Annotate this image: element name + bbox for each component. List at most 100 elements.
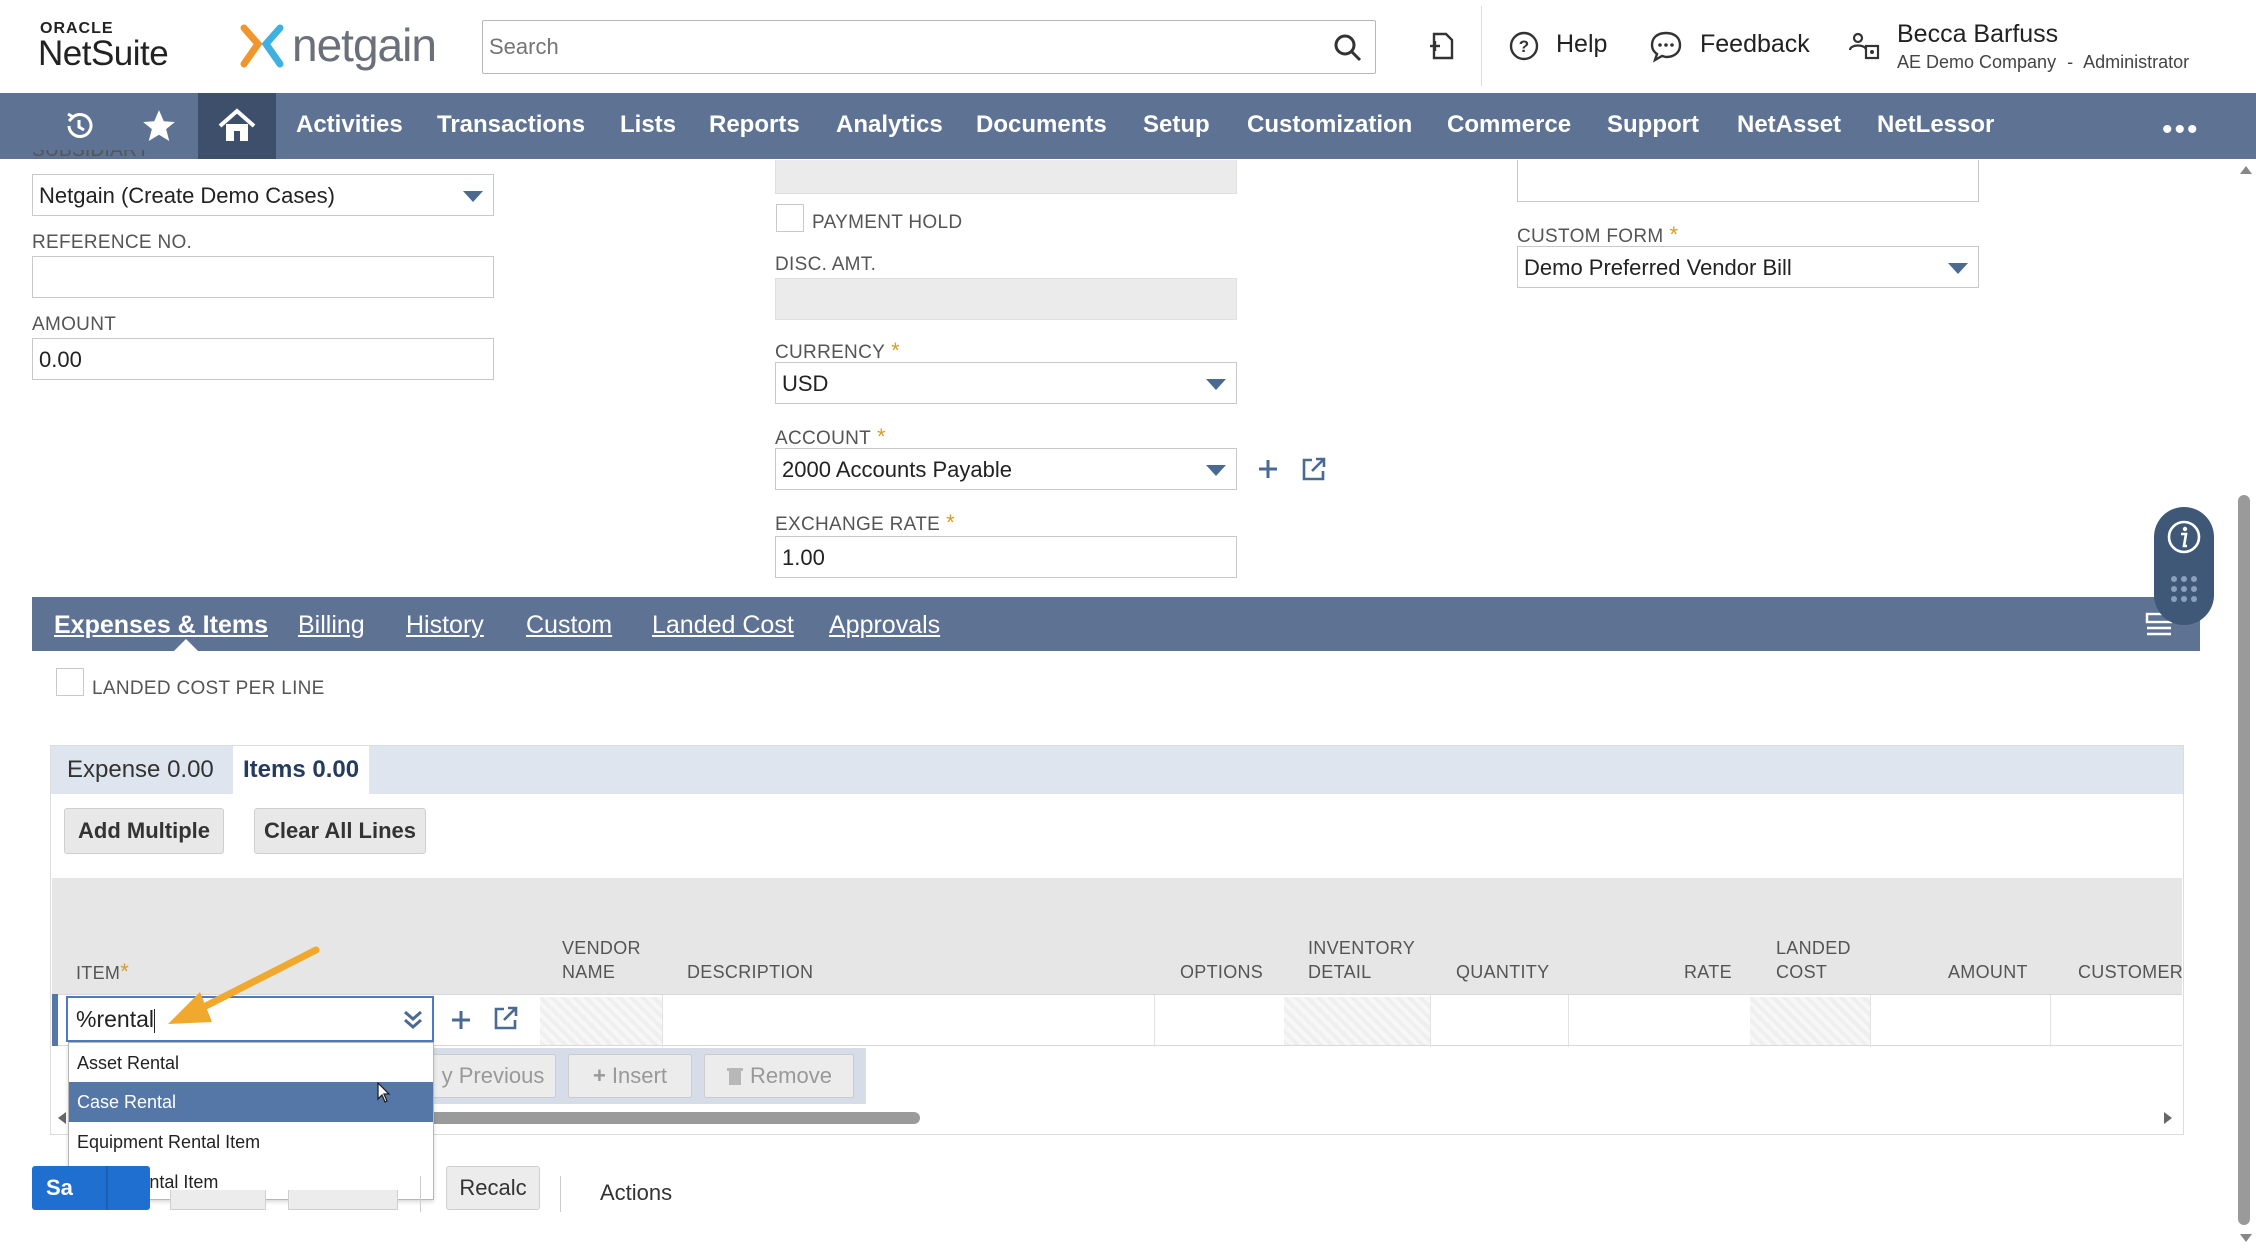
col-rate[interactable]: RATE [1684,960,1732,984]
search-input[interactable] [489,21,1309,73]
actions-menu[interactable]: Actions [600,1180,672,1206]
netsuite-logo-text[interactable]: NetSuite [38,34,169,74]
nav-reports[interactable]: Reports [709,111,800,139]
nav-documents[interactable]: Documents [976,111,1107,139]
subtab-expense[interactable]: Expense 0.00 [67,756,214,784]
col-landed-cost[interactable]: LANDED COST [1776,936,1851,984]
col-quantity[interactable]: QUANTITY [1456,960,1549,984]
tab-approvals[interactable]: Approvals [829,611,940,640]
payment-hold-label: PAYMENT HOLD [812,212,963,233]
nav-more-menu[interactable]: ••• [2162,113,2200,147]
user-company: AE Demo Company [1897,52,2057,72]
previous-button[interactable]: y Previous [430,1054,556,1098]
help-link[interactable]: Help [1556,30,1607,59]
main-nav-bar: Activities Transactions Lists Reports An… [0,93,2256,159]
recent-records-icon[interactable] [1424,28,1460,64]
add-account-icon[interactable] [1256,457,1280,481]
floating-help-widget[interactable] [2154,507,2214,625]
reference-input[interactable] [32,256,494,298]
home-button[interactable] [198,93,276,159]
history-icon [67,112,93,138]
search-icon[interactable] [1333,33,1363,63]
svg-text:?: ? [1519,37,1529,56]
account-select[interactable]: 2000 Accounts Payable [775,448,1237,490]
nav-commerce[interactable]: Commerce [1447,111,1571,139]
nav-setup[interactable]: Setup [1143,111,1210,139]
nav-netasset[interactable]: NetAsset [1737,111,1841,139]
col-options[interactable]: OPTIONS [1180,960,1263,984]
nav-support[interactable]: Support [1607,111,1699,139]
drag-handle-icon[interactable] [2168,573,2200,605]
cancel-button[interactable] [170,1190,266,1210]
chevron-down-icon[interactable] [1206,465,1226,476]
col-inventory-detail[interactable]: INVENTORY DETAIL [1308,936,1415,984]
col-description[interactable]: DESCRIPTION [687,960,813,984]
tab-landed-cost[interactable]: Landed Cost [652,611,794,640]
save-button[interactable]: Sa [32,1166,150,1210]
reset-button[interactable] [288,1190,398,1210]
col-amount[interactable]: AMOUNT [1948,960,2028,984]
save-label: Sa [46,1175,73,1200]
insert-button[interactable]: + Insert [568,1054,692,1098]
dropdown-option[interactable]: Equipment Rental Item [69,1122,433,1162]
remove-button[interactable]: Remove [704,1054,854,1098]
horizontal-scrollbar[interactable] [420,1112,920,1124]
save-split-divider [106,1166,108,1210]
exchange-rate-input[interactable]: 1.00 [775,536,1237,578]
help-icon[interactable]: ? [1506,28,1542,64]
open-account-icon[interactable] [1300,455,1328,483]
nav-transactions[interactable]: Transactions [437,111,585,139]
subtab-strip: Expenses & Items Billing History Custom … [32,597,2200,651]
tab-expenses-items[interactable]: Expenses & Items [54,611,268,640]
disc-amt-field [775,278,1237,320]
landed-cost-per-line-label: LANDED COST PER LINE [92,678,325,699]
chevron-down-icon[interactable] [1948,263,1968,274]
payment-hold-checkbox[interactable] [776,204,804,232]
chevron-down-icon[interactable] [463,191,483,202]
tab-custom[interactable]: Custom [526,611,612,640]
subsidiary-select[interactable]: Netgain (Create Demo Cases) [32,174,494,216]
add-item-icon[interactable] [449,1008,473,1032]
double-chevron-down-icon[interactable] [402,1008,424,1032]
chevron-down-icon[interactable] [1206,379,1226,390]
nav-analytics[interactable]: Analytics [836,111,943,139]
col-vendor-name[interactable]: VENDOR NAME [562,936,641,984]
cell-divider [662,995,663,1047]
tab-billing[interactable]: Billing [298,611,365,640]
remove-label: Remove [750,1063,832,1088]
currency-label-text: CURRENCY [775,342,886,363]
col-customer[interactable]: CUSTOMER [2078,960,2183,984]
feedback-icon[interactable] [1648,28,1684,64]
tab-history[interactable]: History [406,611,484,640]
nav-activities[interactable]: Activities [296,111,403,139]
currency-label: CURRENCY * [775,338,900,364]
subtab-items[interactable]: Items 0.00 [233,746,370,794]
memo-field[interactable] [1517,160,1979,202]
cell-divider [1430,995,1431,1047]
required-marker: * [120,959,130,984]
currency-select[interactable]: USD [775,362,1237,404]
mouse-cursor-icon [377,1082,391,1103]
vertical-scrollbar-thumb[interactable] [2238,495,2250,1225]
nav-netlessor[interactable]: NetLessor [1877,111,1994,139]
user-roles-icon[interactable] [1846,28,1882,64]
scroll-up-icon[interactable] [2238,164,2254,176]
info-icon[interactable] [2166,519,2202,555]
clear-all-lines-button[interactable]: Clear All Lines [254,808,426,854]
feedback-link[interactable]: Feedback [1700,30,1810,59]
scroll-down-icon[interactable] [2238,1232,2254,1244]
scroll-right-icon[interactable] [2160,1110,2176,1126]
nav-customization[interactable]: Customization [1247,111,1412,139]
annotation-arrow-icon [168,946,320,1024]
landed-cost-per-line-checkbox[interactable] [56,668,84,696]
amount-input[interactable]: 0.00 [32,338,494,380]
recalc-button[interactable]: Recalc [446,1166,540,1210]
add-multiple-button[interactable]: Add Multiple [64,808,224,854]
user-name[interactable]: Becca Barfuss [1897,20,2058,49]
dropdown-option[interactable]: Asset Rental [69,1043,433,1083]
nav-lists[interactable]: Lists [620,111,676,139]
custom-form-select[interactable]: Demo Preferred Vendor Bill [1517,246,1979,288]
open-item-icon[interactable] [492,1004,520,1032]
global-search[interactable] [482,20,1376,74]
col-item[interactable]: ITEM* [76,960,129,985]
